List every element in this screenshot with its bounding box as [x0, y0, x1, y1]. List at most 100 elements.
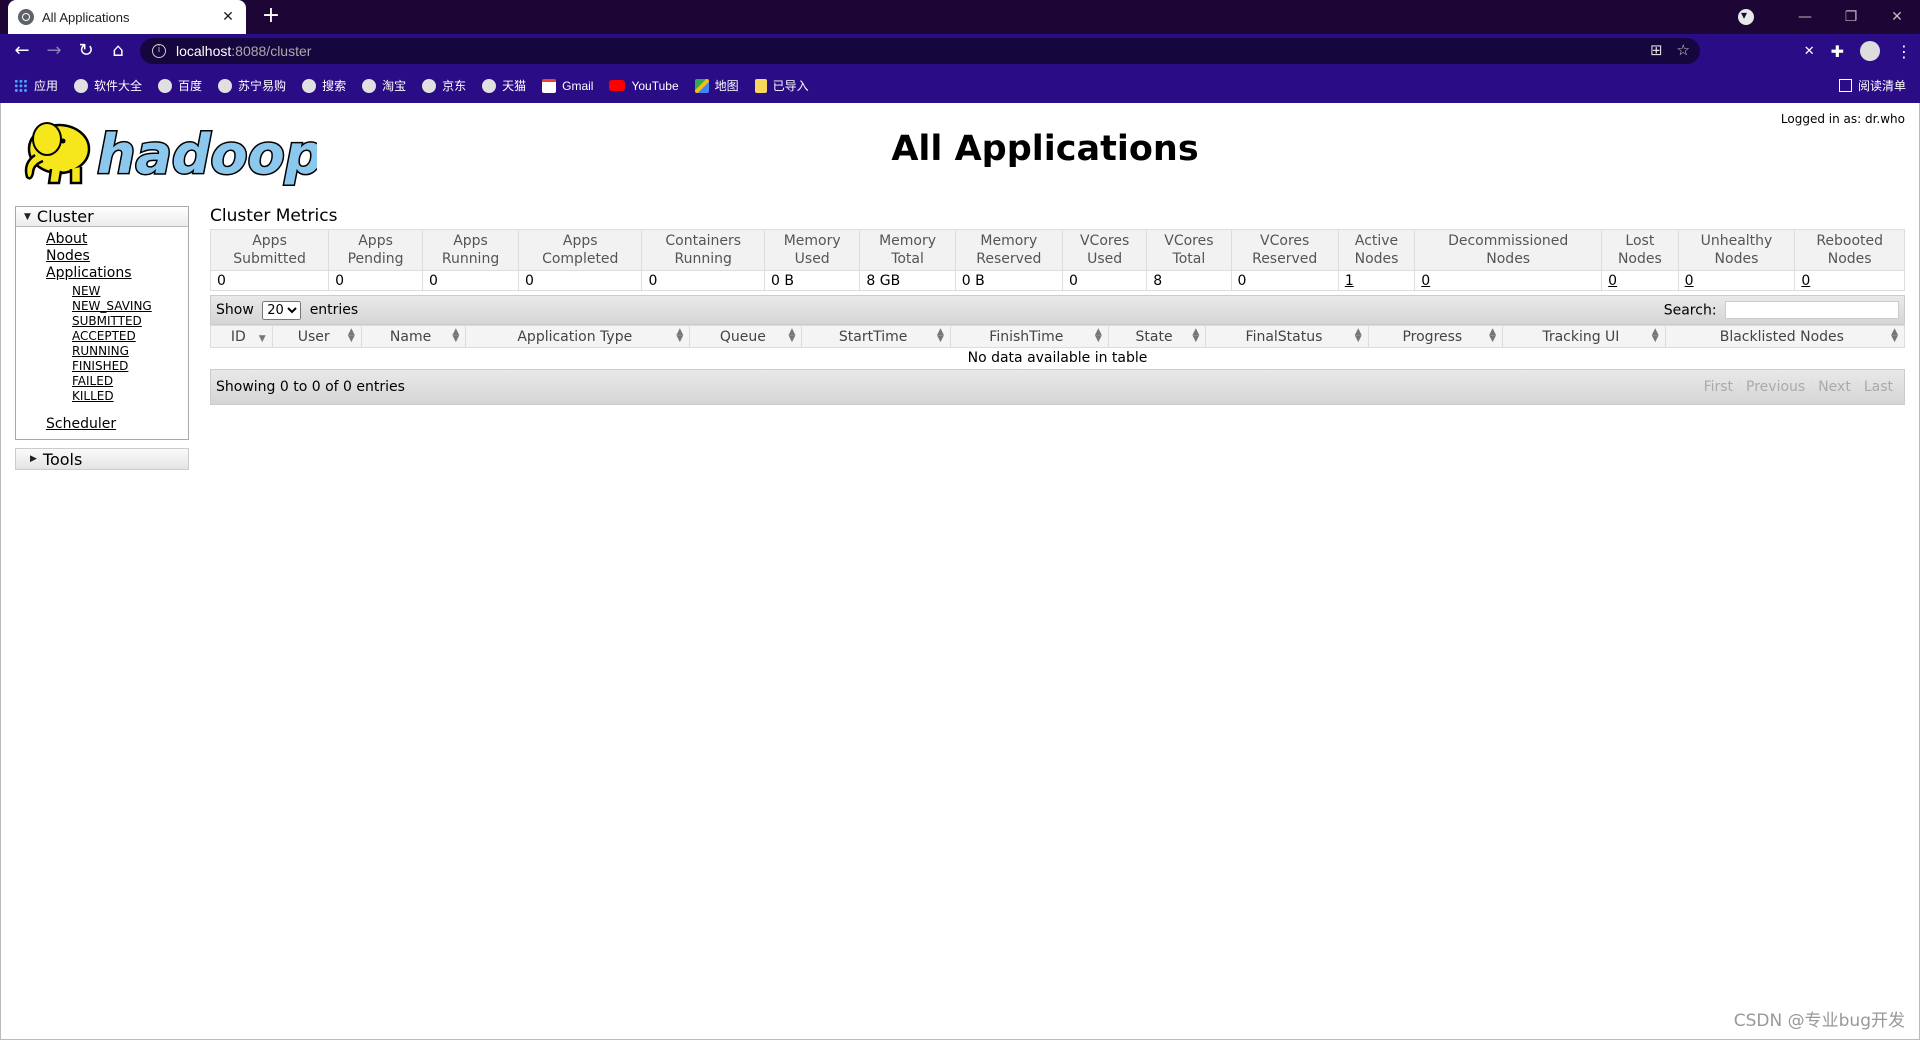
nav-link-finished[interactable]: FINISHED	[72, 359, 188, 374]
apps-grid-icon	[14, 78, 28, 93]
tools-section-header[interactable]: ▶ Tools	[15, 448, 189, 470]
column-header[interactable]: ID ▼	[210, 325, 273, 348]
globe-icon	[18, 9, 34, 25]
profile-avatar[interactable]	[1860, 41, 1880, 61]
sort-icon: ▲ ▼	[347, 327, 355, 344]
nav-link-killed[interactable]: KILLED	[72, 389, 188, 404]
column-header[interactable]: FinishTime ▲ ▼	[949, 325, 1109, 348]
pager-next[interactable]: Next	[1811, 378, 1857, 395]
nav-link-about[interactable]: About	[46, 231, 188, 248]
close-tab-icon[interactable]: ✕	[220, 9, 236, 25]
column-header[interactable]: State ▲ ▼	[1107, 325, 1207, 348]
metrics-value[interactable]: 1	[1337, 270, 1416, 291]
nav-link-applications[interactable]: Applications	[46, 265, 188, 282]
tab-all-applications[interactable]: All Applications ✕	[8, 0, 246, 34]
sort-icon: ▲ ▼	[1891, 327, 1898, 344]
nav-link-new[interactable]: NEW	[72, 284, 188, 299]
bookmark-gmail[interactable]: Gmail	[542, 78, 593, 93]
nav-link-accepted[interactable]: ACCEPTED	[72, 329, 188, 344]
bookmark-item[interactable]: 百度	[158, 77, 202, 94]
gmail-icon	[542, 78, 557, 93]
translate-icon[interactable]: ⊞	[1650, 41, 1663, 59]
page-size-select[interactable]: 20	[262, 300, 302, 320]
metrics-header: Apps Running	[422, 229, 520, 271]
metrics-value: 0	[518, 270, 643, 291]
restore-button[interactable]: ❐	[1828, 9, 1874, 25]
address-bar[interactable]: i localhost:8088/cluster ⊞ ☆	[140, 38, 1700, 64]
column-header[interactable]: Tracking UI ▲ ▼	[1502, 325, 1666, 348]
metrics-value[interactable]: 0	[1677, 270, 1796, 291]
metrics-value: 0	[641, 270, 765, 291]
column-header[interactable]: FinalStatus ▲ ▼	[1205, 325, 1369, 348]
metrics-value: 0	[422, 270, 520, 291]
empty-row: No data available in table	[211, 348, 1905, 369]
bookmark-youtube[interactable]: YouTube	[609, 79, 679, 93]
column-header[interactable]: Blacklisted Nodes ▲ ▼	[1664, 325, 1906, 348]
metrics-value[interactable]: 0	[1794, 270, 1905, 291]
nav-link-running[interactable]: RUNNING	[72, 344, 188, 359]
globe-icon	[302, 78, 317, 93]
metrics-value: 0	[1230, 270, 1339, 291]
sort-icon: ▲ ▼	[1192, 327, 1200, 344]
menu-icon[interactable]: ⋮	[1896, 42, 1912, 61]
nav-link-nodes[interactable]: Nodes	[46, 248, 188, 265]
metrics-value-link[interactable]: 0	[1685, 273, 1694, 289]
back-arrow-icon[interactable]: ←	[6, 35, 38, 67]
metrics-value[interactable]: 0	[1414, 270, 1603, 291]
search-input[interactable]	[1725, 301, 1899, 319]
close-window-button[interactable]: ✕	[1874, 9, 1920, 25]
pager-previous[interactable]: Previous	[1739, 378, 1811, 395]
bookmark-imported[interactable]: 已导入	[754, 77, 809, 94]
metrics-value-link[interactable]: 0	[1608, 273, 1617, 289]
bookmark-maps[interactable]: 地图	[694, 77, 739, 94]
bookmark-item[interactable]: 苏宁易购	[218, 77, 286, 94]
page-content: Logged in as: dr.who hadoop All Applicat…	[0, 103, 1920, 1040]
nav-link-scheduler[interactable]: Scheduler	[46, 416, 188, 433]
nav-link-new-saving[interactable]: NEW_SAVING	[72, 299, 188, 314]
column-header[interactable]: Application Type ▲ ▼	[465, 325, 691, 348]
metrics-value-link[interactable]: 0	[1421, 273, 1430, 289]
sort-icon: ▲ ▼	[1489, 327, 1497, 344]
minimize-button[interactable]: —	[1782, 9, 1828, 25]
column-header[interactable]: User ▲ ▼	[271, 325, 362, 348]
globe-icon	[422, 78, 437, 93]
triangle-down-icon: ▼	[24, 211, 31, 222]
bookmark-item[interactable]: 京东	[422, 77, 466, 94]
home-icon[interactable]: ⌂	[102, 35, 134, 67]
bookmark-item[interactable]: 天猫	[482, 77, 526, 94]
tab-search-icon[interactable]	[1738, 8, 1754, 25]
bookmark-item[interactable]: 搜索	[302, 77, 346, 94]
applications-table: ID ▼ User ▲ ▼ Name ▲ ▼ Application Type ▲ ▼ Queue ▲ ▼…	[210, 325, 1906, 369]
column-header[interactable]: Progress ▲ ▼	[1367, 325, 1504, 348]
reading-list-icon	[1838, 79, 1852, 92]
metrics-header: Memory Reserved	[954, 229, 1063, 271]
pager-first[interactable]: First	[1698, 379, 1739, 395]
metrics-value[interactable]: 0	[1601, 270, 1679, 291]
globe-icon	[218, 78, 233, 93]
info-icon[interactable]: i	[152, 44, 166, 58]
metrics-header: Lost Nodes	[1601, 229, 1679, 271]
bookmarks-bar: 应用 软件大全 百度 苏宁易购 搜索 淘宝 京东 天猫 Gmail YouTub…	[0, 68, 1920, 103]
forward-arrow-icon[interactable]: →	[38, 35, 70, 67]
puzzle-icon[interactable]: ✚	[1831, 42, 1844, 61]
bookmark-star-icon[interactable]: ☆	[1677, 41, 1690, 59]
nav-link-submitted[interactable]: SUBMITTED	[72, 314, 188, 329]
cluster-section-header[interactable]: ▼ Cluster	[16, 207, 188, 227]
triangle-right-icon: ▶	[30, 454, 37, 464]
column-header[interactable]: StartTime ▲ ▼	[801, 325, 951, 348]
metrics-value: 8 GB	[859, 270, 956, 291]
reading-list[interactable]: 阅读清单	[1838, 77, 1906, 94]
bookmark-item[interactable]: 软件大全	[74, 77, 142, 94]
column-header[interactable]: Name ▲ ▼	[360, 325, 467, 348]
bookmark-item[interactable]: 淘宝	[362, 77, 406, 94]
nav-link-failed[interactable]: FAILED	[72, 374, 188, 389]
new-tab-button[interactable]: +	[258, 4, 284, 30]
column-header[interactable]: Queue ▲ ▼	[689, 325, 803, 348]
extension-icon[interactable]: ✕	[1804, 44, 1815, 59]
bookmark-apps[interactable]: 应用	[14, 77, 58, 94]
metrics-value-link[interactable]: 1	[1345, 273, 1354, 289]
pager-last[interactable]: Last	[1856, 378, 1899, 395]
metrics-value-link[interactable]: 0	[1801, 273, 1810, 289]
reload-icon[interactable]: ↻	[70, 35, 102, 67]
youtube-icon	[609, 80, 626, 91]
